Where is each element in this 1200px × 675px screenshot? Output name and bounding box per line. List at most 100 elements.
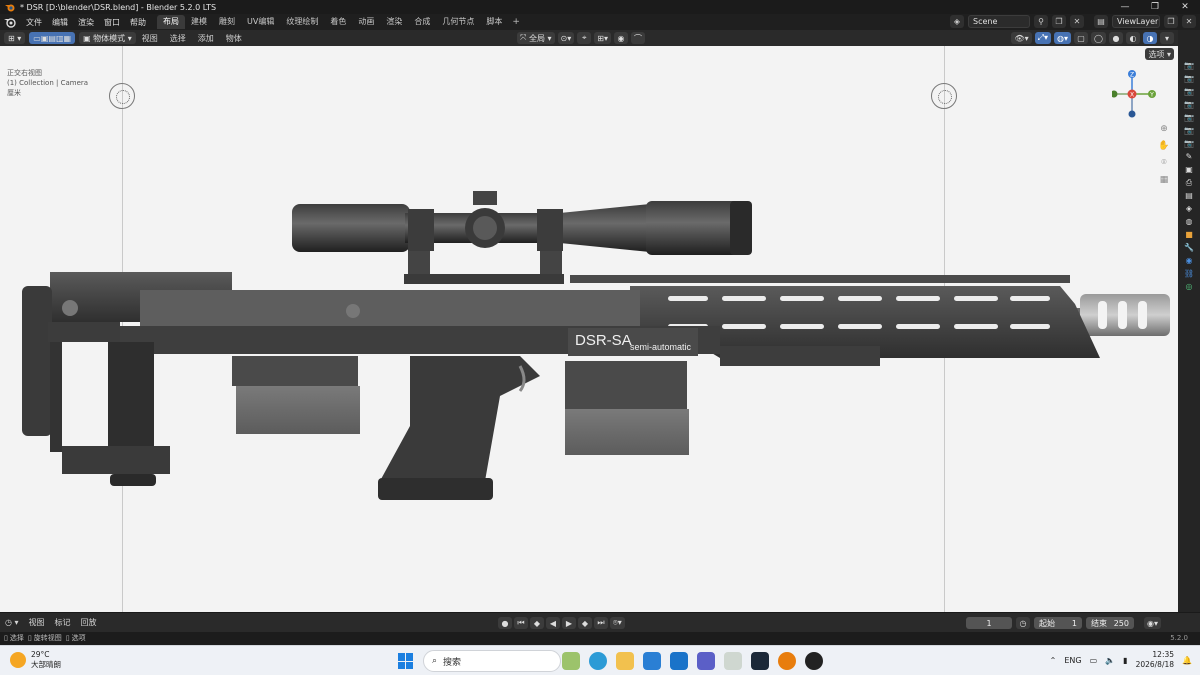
data-icon[interactable]: ◎ — [1183, 281, 1195, 292]
snap-icon[interactable]: ⌖ — [577, 32, 592, 44]
camera-data-icon[interactable]: 📷 — [1183, 60, 1195, 71]
file-explorer-icon[interactable] — [616, 652, 634, 670]
select-box-tools[interactable]: ▭▣▤▥▦ — [29, 32, 76, 44]
menu-edit[interactable]: 编辑 — [47, 17, 73, 28]
menu-render[interactable]: 渲染 — [73, 17, 99, 28]
mode-dropdown[interactable]: ▣ 物体模式 ▾ — [79, 32, 136, 44]
menu-window[interactable]: 窗口 — [99, 17, 125, 28]
wireframe-shading-icon[interactable]: ◯ — [1091, 32, 1106, 44]
camera-data-icon-7[interactable]: 📷 — [1183, 138, 1195, 149]
widgets-app-icon[interactable] — [562, 652, 580, 670]
solid-shading-icon[interactable]: ● — [1109, 32, 1123, 44]
world-icon[interactable]: ◍ — [1183, 216, 1195, 227]
teams-icon[interactable] — [697, 652, 715, 670]
jump-start-icon[interactable]: ⏮ — [514, 617, 528, 629]
qq-icon[interactable] — [805, 652, 823, 670]
menu-select[interactable]: 选择 — [164, 33, 192, 44]
maximize-button[interactable]: ❐ — [1140, 0, 1170, 14]
viewlayer-field[interactable]: ViewLayer — [1112, 15, 1160, 28]
play-icon[interactable]: ▶ — [562, 617, 576, 629]
taskbar-search[interactable]: ⌕ 搜索 — [423, 650, 561, 672]
output-icon[interactable]: ⎙ — [1183, 177, 1195, 188]
tab-modeling[interactable]: 建模 — [185, 15, 213, 29]
steam-icon[interactable] — [751, 652, 769, 670]
view-layer-icon[interactable]: ▤ — [1183, 190, 1195, 201]
tab-geometry-nodes[interactable]: 几何节点 — [436, 15, 480, 29]
visibility-icon[interactable]: 👁▾ — [1011, 32, 1032, 44]
notification-icon[interactable]: 🔔 — [1182, 656, 1192, 665]
clock[interactable]: 12:35 2026/8/18 — [1136, 650, 1174, 670]
rendered-shading-icon[interactable]: ◑ — [1143, 32, 1157, 44]
menu-add[interactable]: 添加 — [192, 33, 220, 44]
scene-field[interactable]: Scene — [968, 15, 1030, 28]
tab-rendering[interactable]: 渲染 — [380, 15, 408, 29]
camera-data-icon-2[interactable]: 📷 — [1183, 73, 1195, 84]
falloff-icon[interactable]: ⌒ — [630, 32, 645, 44]
physics-icon[interactable]: ◉ — [1183, 255, 1195, 266]
new-viewlayer-icon[interactable]: ❐ — [1164, 15, 1178, 28]
camera-data-icon-5[interactable]: 📷 — [1183, 112, 1195, 123]
network-icon[interactable]: ▭ — [1090, 656, 1098, 665]
pin-icon[interactable]: ⚲ — [1034, 15, 1048, 28]
shading-options-icon[interactable]: ▾ — [1160, 32, 1174, 44]
pivot-point-icon[interactable]: ⊙▾ — [557, 32, 575, 44]
scene-icon[interactable]: ◈ — [1183, 203, 1195, 214]
prev-keyframe-icon[interactable]: ◆ — [530, 617, 544, 629]
volume-icon[interactable]: 🔈 — [1105, 656, 1115, 665]
minimize-button[interactable]: — — [1110, 0, 1140, 14]
timeline-options-icon[interactable]: ◉▾ — [1144, 617, 1161, 629]
outlook-icon[interactable] — [643, 652, 661, 670]
menu-help[interactable]: 帮助 — [125, 17, 151, 28]
tab-shading[interactable]: 着色 — [324, 15, 352, 29]
battery-icon[interactable]: ▮ — [1123, 656, 1127, 665]
viewlayer-browse-icon[interactable]: ▤ — [1094, 15, 1108, 28]
add-workspace-button[interactable]: + — [508, 17, 524, 27]
delete-scene-icon[interactable]: ✕ — [1070, 15, 1084, 28]
tool-icon[interactable]: ✎ — [1183, 151, 1195, 162]
next-keyframe-icon[interactable]: ◆ — [578, 617, 592, 629]
constraints-icon[interactable]: ⛓ — [1183, 268, 1195, 279]
tab-layout[interactable]: 布局 — [157, 15, 185, 29]
blender-taskbar-icon[interactable] — [778, 652, 796, 670]
render-icon[interactable]: ▣ — [1183, 164, 1195, 175]
store-icon[interactable] — [670, 652, 688, 670]
keying-set-icon[interactable]: ⌾▾ — [610, 617, 625, 629]
tray-chevron-icon[interactable]: ⌃ — [1050, 656, 1057, 665]
camera-data-icon-4[interactable]: 📷 — [1183, 99, 1195, 110]
app-icon[interactable] — [724, 652, 742, 670]
transform-orientation-dropdown[interactable]: ⤧ 全局 ▾ — [517, 32, 555, 44]
modifier-icon[interactable]: 🔧 — [1183, 242, 1195, 253]
camera-data-icon-6[interactable]: 📷 — [1183, 125, 1195, 136]
start-frame-field[interactable]: 起始 1 — [1034, 617, 1082, 629]
timeline-menu-marker[interactable]: 标记 — [50, 617, 76, 628]
3d-viewport[interactable]: 选项 ▾ 正交右视图 (1) Collection | Camera 厘米 Z … — [0, 46, 1178, 612]
material-shading-icon[interactable]: ◐ — [1126, 32, 1140, 44]
xray-toggle-icon[interactable]: ▢ — [1074, 32, 1089, 44]
edge-browser-icon[interactable] — [589, 652, 607, 670]
blender-menu-icon[interactable] — [3, 16, 17, 28]
weather-widget[interactable]: 29°C 大部晴朗 — [10, 650, 61, 670]
snap-target-icon[interactable]: ⊞▾ — [594, 32, 611, 44]
overlay-toggle-icon[interactable]: ◍▾ — [1054, 32, 1072, 44]
jump-end-icon[interactable]: ⏭ — [594, 617, 608, 629]
close-button[interactable]: ✕ — [1170, 0, 1200, 14]
preview-range-icon[interactable]: ◷ — [1016, 617, 1030, 629]
menu-view[interactable]: 视图 — [136, 33, 164, 44]
tab-uv-editing[interactable]: UV编辑 — [241, 15, 280, 29]
object-icon[interactable]: ■ — [1183, 229, 1195, 240]
scene-browse-icon[interactable]: ◈ — [950, 15, 964, 28]
camera-data-icon-3[interactable]: 📷 — [1183, 86, 1195, 97]
current-frame-field[interactable]: 1 — [966, 617, 1012, 629]
input-language[interactable]: ENG — [1064, 656, 1081, 665]
timeline-menu-playback[interactable]: 回放 — [76, 617, 102, 628]
start-button[interactable] — [398, 653, 414, 669]
proportional-edit-icon[interactable]: ◉ — [613, 32, 628, 44]
delete-viewlayer-icon[interactable]: ✕ — [1182, 15, 1196, 28]
play-reverse-icon[interactable]: ◀ — [546, 617, 560, 629]
timeline-menu-view[interactable]: 视图 — [24, 617, 50, 628]
editor-type-button[interactable]: ⊞ ▾ — [4, 32, 26, 44]
tab-animation[interactable]: 动画 — [352, 15, 380, 29]
gizmo-toggle-icon[interactable]: ⤢▾ — [1034, 32, 1052, 44]
tab-compositing[interactable]: 合成 — [408, 15, 436, 29]
tab-scripting[interactable]: 脚本 — [480, 15, 508, 29]
